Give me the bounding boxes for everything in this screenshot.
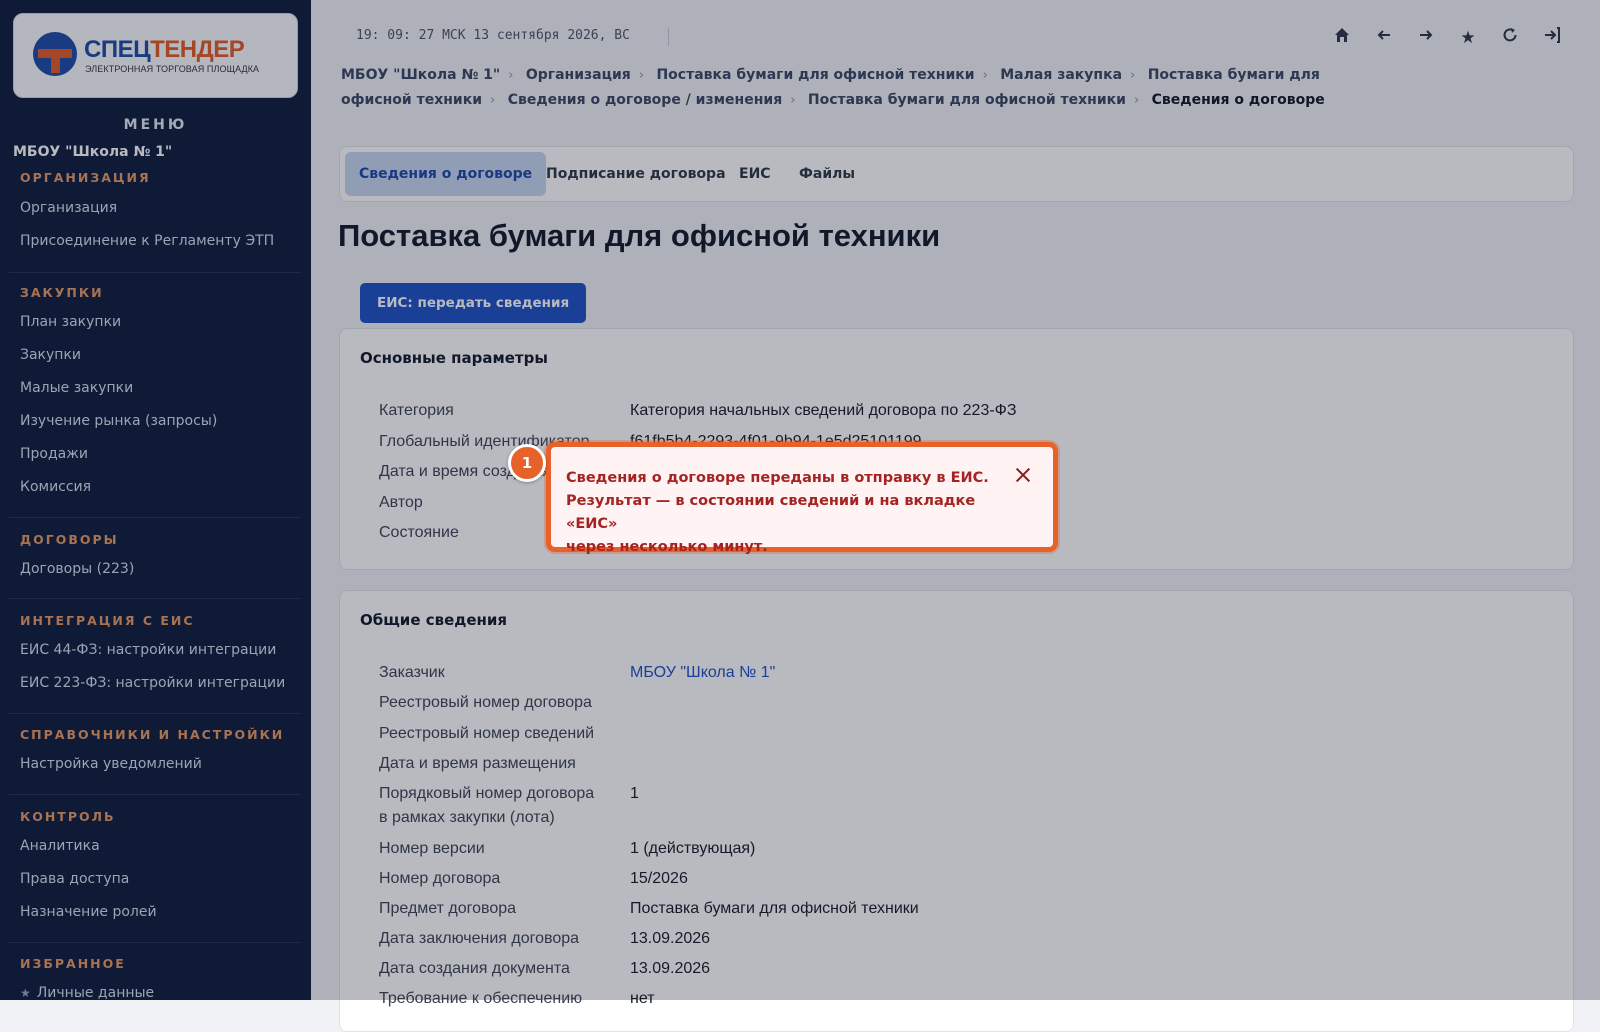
- close-icon[interactable]: [1013, 465, 1033, 485]
- step-badge: 1: [508, 444, 546, 482]
- toast-message: Сведения о договоре переданы в отправку …: [566, 470, 989, 555]
- notification-toast: Сведения о договоре переданы в отправку …: [546, 442, 1058, 555]
